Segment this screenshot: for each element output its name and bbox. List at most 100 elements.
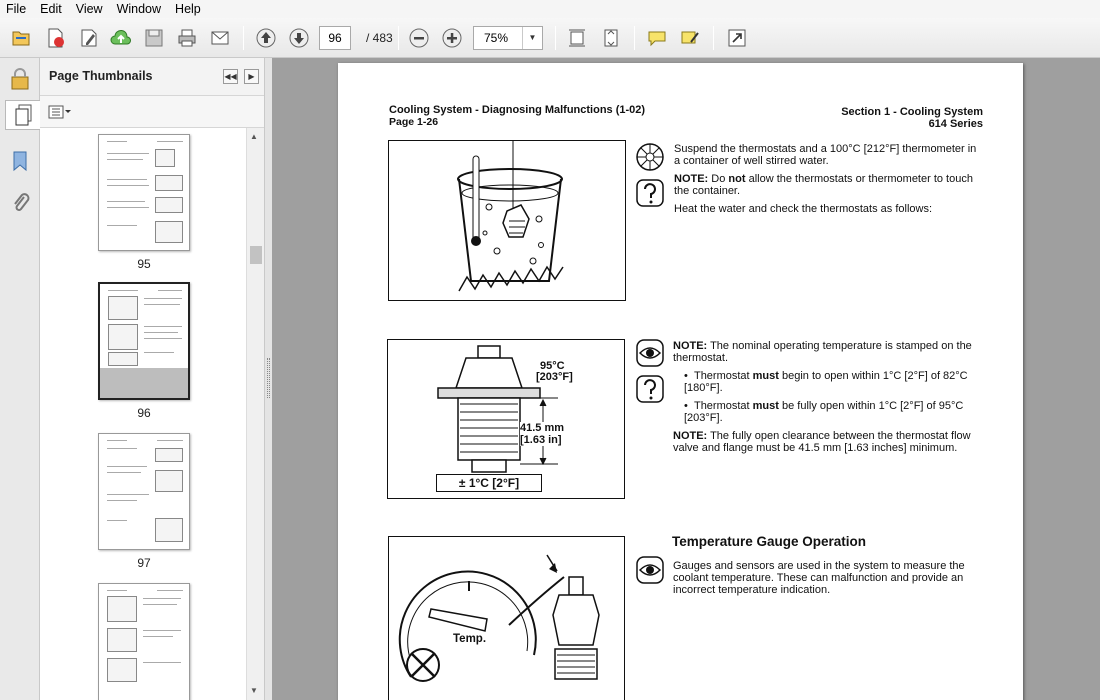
email-button[interactable] (207, 25, 233, 51)
figure-thermostat-dimensions: 95°C [203°F] 41.5 mm [1.63 in] ± 1°C [2°… (387, 339, 625, 499)
bullet-item: • Thermostat must begin to open within 1… (684, 370, 968, 394)
figure-thermostat-water (388, 140, 626, 301)
page-total: / 483 (366, 31, 393, 45)
zoom-out-button[interactable] (406, 25, 432, 51)
page-number-input[interactable]: 96 (319, 26, 351, 50)
panel-splitter[interactable] (265, 58, 272, 700)
thumbnail-page-95[interactable] (98, 134, 190, 251)
expand-icon (728, 29, 746, 47)
scrollbar-thumb[interactable] (250, 246, 262, 264)
toolbar (0, 18, 1100, 58)
thumbnail-list: 95 96 97 (40, 128, 246, 700)
menu-help[interactable]: Help (168, 0, 208, 18)
next-page-button[interactable] (286, 25, 312, 51)
header-series: 614 Series (928, 118, 983, 130)
note-text: NOTE: Do not allow the thermostats or th… (674, 173, 973, 197)
print-icon (178, 29, 196, 47)
thumbnail-page-97[interactable] (98, 433, 190, 550)
create-pdf-icon (48, 28, 64, 48)
document-view: Cooling System - Diagnosing Malfunctions… (272, 58, 1100, 700)
options-list-icon (48, 105, 71, 119)
bookmark-icon (13, 151, 27, 172)
edit-icon (81, 29, 97, 47)
header-title: Cooling System - Diagnosing Malfunctions… (389, 104, 646, 116)
scroll-down-icon[interactable]: ▼ (250, 686, 258, 695)
instruction-text: Heat the water and check the thermostats… (674, 203, 933, 215)
thumbnail-label: 95 (137, 257, 151, 271)
thumbnail-page-96[interactable] (98, 282, 190, 400)
beaker-illustration (457, 141, 564, 292)
edit-button[interactable] (76, 25, 102, 51)
panel-header: Page Thumbnails ◀◀ ▶ (40, 58, 264, 96)
header-page: Page 1-26 (389, 116, 439, 128)
thumbnail-scrollbar[interactable]: ▲ ▼ (246, 128, 264, 700)
bookmarks-button[interactable] (5, 146, 35, 176)
menu-window[interactable]: Window (110, 0, 168, 18)
previous-page-button[interactable] (253, 25, 279, 51)
dimension-in: [1.63 in] (520, 434, 562, 446)
highlighter-icon (681, 31, 699, 44)
header-section: Section 1 - Cooling System (841, 106, 983, 118)
bullet-item: • Thermostat must be fully open within 1… (684, 400, 964, 424)
comment-button[interactable] (644, 25, 670, 51)
figure-temperature-gauge: Temp. (388, 536, 625, 700)
dimension-mm: 41.5 mm (520, 422, 565, 434)
panel-options-bar (40, 96, 264, 128)
full-screen-button[interactable] (724, 25, 750, 51)
section-heading: Temperature Gauge Operation (672, 534, 867, 549)
thumbnail-label: 96 (137, 406, 151, 420)
menu-edit[interactable]: Edit (33, 0, 69, 18)
fit-page-icon (569, 29, 585, 47)
expand-panel-button[interactable]: ▶ (244, 69, 259, 84)
fit-page-button[interactable] (564, 25, 590, 51)
fit-width-button[interactable] (598, 25, 624, 51)
zoom-value: 75% (484, 31, 509, 45)
temperature-f: [203°F] (536, 371, 573, 383)
menu-bar: File Edit View Window Help (0, 0, 1100, 18)
cloud-upload-button[interactable] (108, 25, 134, 51)
chevron-down-icon[interactable]: ▼ (522, 27, 542, 49)
page-thumbnails-button[interactable] (5, 100, 41, 130)
navigation-pane-strip (0, 58, 41, 700)
zoom-in-button[interactable] (439, 25, 465, 51)
instruction-text: Suspend the thermostats and a 100°C [212… (674, 143, 977, 167)
thumbnail-label: 97 (137, 556, 151, 570)
lock-icon (11, 68, 29, 90)
thumbnail-page-98[interactable] (98, 583, 190, 700)
gauge-label: Temp. (453, 633, 487, 645)
note-text: NOTE: The nominal operating temperature … (673, 340, 972, 364)
open-button[interactable] (8, 25, 34, 51)
plus-icon (442, 28, 462, 48)
arrow-down-icon (289, 28, 309, 48)
security-button[interactable] (5, 64, 35, 94)
tools-icon (636, 143, 664, 171)
arrow-up-icon (256, 28, 276, 48)
panel-title: Page Thumbnails (49, 69, 153, 83)
options-button[interactable] (48, 104, 72, 120)
menu-view[interactable]: View (69, 0, 110, 18)
eye-icon (636, 339, 664, 367)
question-icon (636, 375, 664, 403)
print-button[interactable] (174, 25, 200, 51)
scroll-up-icon[interactable]: ▲ (250, 132, 258, 141)
highlight-button[interactable] (677, 25, 703, 51)
menu-file[interactable]: File (0, 0, 33, 18)
fit-width-icon (604, 29, 618, 47)
paperclip-icon (14, 193, 30, 211)
section-text: Gauges and sensors are used in the syste… (673, 560, 965, 596)
minus-icon (409, 28, 429, 48)
cloud-upload-icon (110, 30, 131, 45)
open-icon (12, 31, 30, 46)
document-page: Cooling System - Diagnosing Malfunctions… (338, 63, 1023, 700)
pages-icon (15, 104, 31, 126)
email-icon (211, 31, 229, 45)
zoom-select[interactable]: 75% ▼ (473, 26, 543, 50)
attachments-button[interactable] (5, 188, 35, 218)
save-button[interactable] (141, 25, 167, 51)
eye-icon (636, 556, 664, 584)
save-icon (145, 29, 163, 47)
page-thumbnails-panel: Page Thumbnails ◀◀ ▶ 95 96 97 ▲ ▼ (40, 58, 265, 700)
tolerance-label: ± 1°C [2°F] (436, 474, 542, 492)
create-pdf-button[interactable] (42, 25, 68, 51)
collapse-panel-button[interactable]: ◀◀ (223, 69, 238, 84)
